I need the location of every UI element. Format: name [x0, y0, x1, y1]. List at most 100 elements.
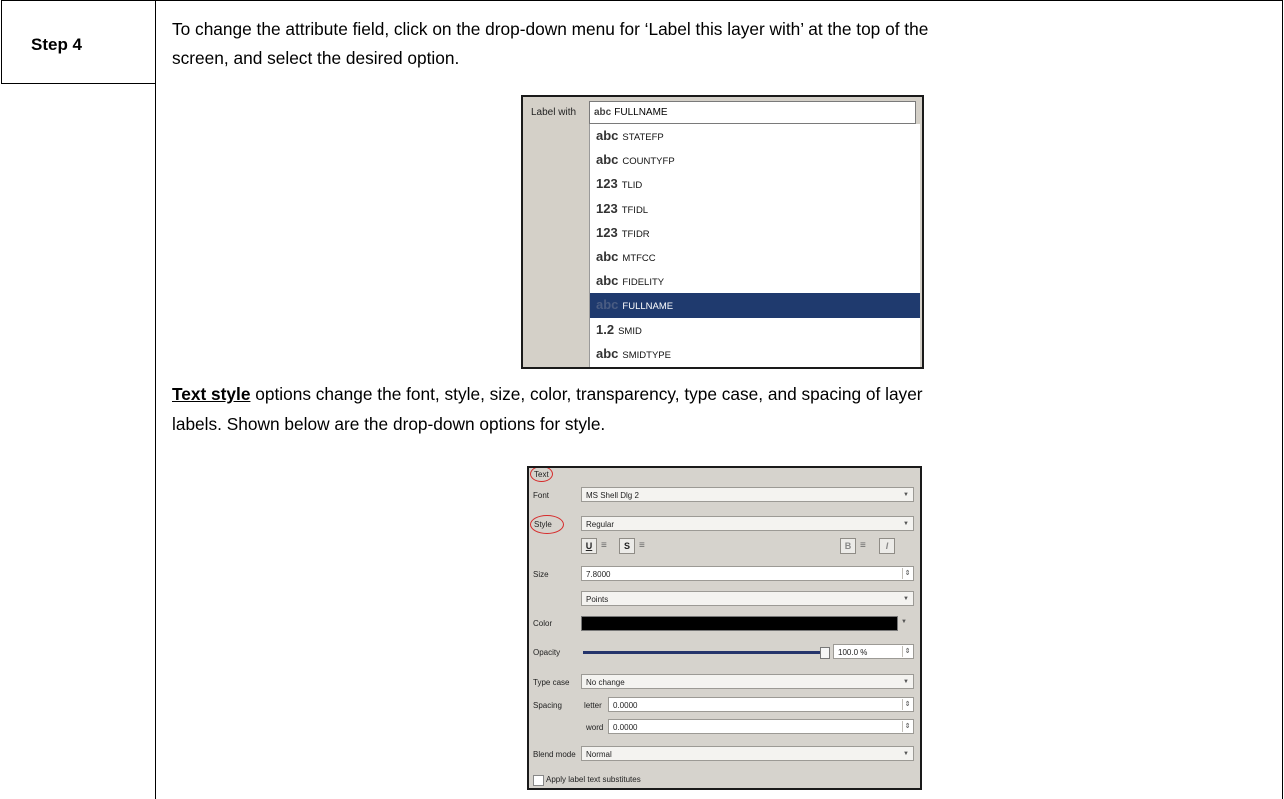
option-label: COUNTYFP — [622, 156, 675, 168]
size-unit-value: Points — [586, 595, 609, 604]
style-value: Regular — [586, 520, 615, 529]
opacity-label: Opacity — [533, 648, 561, 657]
option-label: FULLNAME — [622, 301, 674, 313]
size-input[interactable]: 7.8000 ⇕ — [581, 566, 914, 581]
field-type-icon: 123 — [596, 224, 618, 240]
step-cell-bottom-border — [1, 83, 156, 84]
style-combobox[interactable]: Regular ▼ — [581, 516, 914, 531]
bold-button[interactable]: B — [840, 538, 856, 554]
size-unit-combobox[interactable]: Points ▼ — [581, 591, 914, 606]
chevron-down-icon: ▼ — [903, 596, 909, 602]
data-defined-icon[interactable]: ≡ — [639, 540, 645, 551]
instruction-line-1: To change the attribute field, click on … — [172, 19, 929, 39]
option-smid[interactable]: 1.2 SMID — [590, 318, 920, 342]
field-type-icon: 123 — [596, 176, 618, 192]
option-statefp[interactable]: abc STATEFP — [590, 124, 920, 148]
opacity-slider[interactable] — [583, 651, 823, 654]
spinner-icon[interactable]: ⇕ — [902, 721, 912, 732]
text-highlight-ring — [530, 468, 553, 482]
font-value: MS Shell Dlg 2 — [586, 491, 639, 500]
option-label: MTFCC — [622, 252, 656, 264]
size-label: Size — [533, 570, 549, 579]
field-type-icon: 123 — [596, 200, 618, 216]
table-right-border — [1282, 0, 1283, 799]
word-spacing-value: 0.0000 — [613, 723, 638, 732]
option-label: SMID — [618, 325, 642, 337]
option-countyfp[interactable]: abc COUNTYFP — [590, 148, 920, 172]
letter-label: letter — [584, 701, 602, 710]
type-case-label: Type case — [533, 678, 570, 687]
option-label: TFIDL — [621, 204, 649, 216]
blend-mode-combobox[interactable]: Normal ▼ — [581, 746, 914, 761]
type-case-combobox[interactable]: No change ▼ — [581, 674, 914, 689]
field-options-list: abc STATEFP abc COUNTYFP 123 TLID 123 TFIDL … — [589, 124, 920, 367]
strikeout-button[interactable]: S — [619, 538, 635, 554]
chevron-down-icon: ▼ — [903, 751, 909, 757]
option-label: SMIDTYPE — [622, 349, 671, 361]
chevron-down-icon: ▼ — [903, 521, 909, 527]
letter-spacing-value: 0.0000 — [613, 701, 638, 710]
option-smidtype[interactable]: abc SMIDTYPE — [590, 342, 920, 366]
field-type-icon: abc — [596, 248, 619, 264]
field-type-icon: abc — [596, 152, 619, 168]
color-label: Color — [533, 619, 553, 628]
blend-mode-label: Blend mode — [533, 750, 576, 759]
data-defined-icon[interactable]: ≡ — [601, 540, 607, 551]
field-type-icon: abc — [596, 297, 619, 313]
text-style-screenshot: Text Font MS Shell Dlg 2 ▼ Style Regular ▼… — [527, 466, 922, 790]
field-type-icon: 1.2 — [596, 321, 615, 337]
table-top-border — [1, 0, 1283, 1]
word-spacing-input[interactable]: 0.0000 ⇕ — [608, 719, 914, 734]
type-case-value: No change — [586, 678, 625, 687]
data-defined-icon[interactable]: ≡ — [860, 540, 866, 551]
spacing-label: Spacing — [533, 701, 562, 710]
style-highlight-ring — [530, 515, 564, 534]
opacity-value: 100.0 % — [838, 648, 868, 657]
option-label: STATEFP — [622, 132, 664, 143]
opacity-slider-handle[interactable] — [820, 647, 830, 659]
field-type-icon: abc — [596, 345, 619, 361]
table-column-divider — [155, 0, 156, 799]
text-style-heading: Text style — [172, 384, 251, 404]
instruction-line-2: screen, and select the desired option. — [172, 48, 460, 68]
spinner-icon[interactable]: ⇕ — [902, 699, 912, 710]
chevron-down-icon[interactable]: ▼ — [901, 619, 907, 625]
blend-mode-value: Normal — [586, 750, 612, 759]
label-dropdown-screenshot: Label with abc FULLNAME abc STATEFP abc COU… — [521, 95, 924, 369]
step-label: Step 4 — [31, 35, 83, 54]
label-with-combobox[interactable]: abc FULLNAME — [589, 101, 916, 124]
field-type-icon: abc — [594, 107, 612, 118]
letter-spacing-input[interactable]: 0.0000 ⇕ — [608, 697, 914, 712]
underline-button[interactable]: U — [581, 538, 597, 554]
spinner-icon[interactable]: ⇕ — [902, 646, 912, 657]
field-type-icon: abc — [596, 273, 619, 289]
opacity-input[interactable]: 100.0 % ⇕ — [833, 644, 914, 659]
option-label: TLID — [621, 180, 643, 192]
font-combobox[interactable]: MS Shell Dlg 2 ▼ — [581, 487, 914, 502]
color-button[interactable] — [581, 616, 898, 631]
label-with-value: FULLNAME — [614, 107, 668, 118]
table-left-border — [1, 0, 2, 84]
text-style-line-2: labels. Shown below are the drop-down op… — [172, 414, 606, 434]
text-style-line-1-rest: options change the font, style, size, co… — [250, 384, 923, 404]
option-label: TFIDR — [621, 228, 650, 240]
font-label: Font — [533, 491, 550, 500]
italic-button[interactable]: I — [879, 538, 895, 554]
apply-substitutes-checkbox[interactable] — [533, 775, 544, 786]
chevron-down-icon: ▼ — [903, 679, 909, 685]
option-tlid[interactable]: 123 TLID — [590, 172, 920, 196]
option-tfidr[interactable]: 123 TFIDR — [590, 221, 920, 245]
chevron-down-icon: ▼ — [903, 492, 909, 498]
word-label: word — [586, 723, 604, 732]
spinner-icon[interactable]: ⇕ — [902, 568, 912, 579]
apply-substitutes-label: Apply label text substitutes — [546, 775, 641, 784]
option-mtfcc[interactable]: abc MTFCC — [590, 245, 920, 269]
option-fidelity[interactable]: abc FIDELITY — [590, 269, 920, 293]
option-fullname-selected[interactable]: abc FULLNAME — [590, 293, 920, 318]
field-type-icon: abc — [596, 128, 619, 143]
text-style-line-1: Text style options change the font, styl… — [172, 381, 1272, 407]
label-with-label: Label with — [531, 107, 577, 118]
size-value: 7.8000 — [586, 570, 611, 579]
option-tfidl[interactable]: 123 TFIDL — [590, 197, 920, 221]
option-label: FIDELITY — [622, 277, 665, 289]
